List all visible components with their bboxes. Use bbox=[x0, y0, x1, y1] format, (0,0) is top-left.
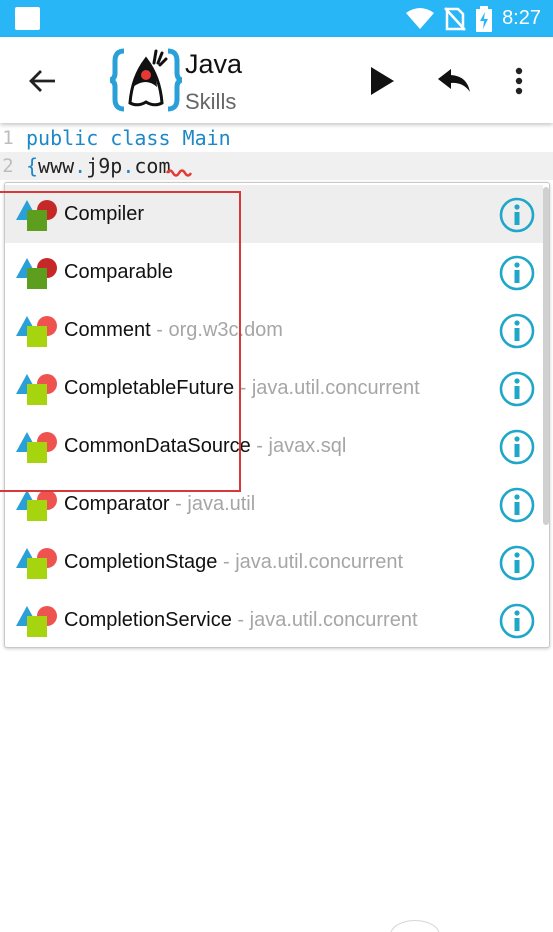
info-icon[interactable] bbox=[499, 603, 535, 639]
suggestion-package: - java.util.concurrent bbox=[231, 609, 418, 631]
interface-icon bbox=[16, 316, 57, 347]
suggestion-label: Comment - org.w3c.dom bbox=[64, 301, 283, 359]
info-icon[interactable] bbox=[499, 313, 535, 349]
error-squiggle-icon bbox=[166, 169, 192, 177]
app-bar: Java Skills bbox=[0, 37, 553, 123]
undo-button[interactable] bbox=[432, 59, 476, 103]
code-token: { bbox=[26, 154, 39, 178]
suggestion-item[interactable]: CommonDataSource - javax.sql bbox=[5, 417, 543, 475]
code-token: j9p bbox=[86, 154, 123, 178]
suggestion-package: - javax.sql bbox=[250, 435, 347, 457]
interface-icon bbox=[16, 606, 57, 637]
line-number: 2 bbox=[2, 155, 14, 177]
app-subtitle: Skills bbox=[185, 89, 237, 114]
code-token: . bbox=[122, 154, 135, 178]
suggestion-label: CommonDataSource - javax.sql bbox=[64, 417, 346, 475]
undo-icon bbox=[438, 69, 470, 92]
suggestion-item[interactable]: Compiler bbox=[5, 185, 543, 243]
class-icon bbox=[16, 258, 57, 289]
line-number: 1 bbox=[2, 127, 14, 149]
code-text: {www.j9p.com bbox=[26, 152, 171, 180]
info-icon[interactable] bbox=[499, 545, 535, 581]
code-text: public class Main bbox=[26, 124, 231, 152]
notification-icon bbox=[15, 7, 40, 30]
class-icon bbox=[16, 200, 57, 231]
suggestion-item[interactable]: Comparator - java.util bbox=[5, 475, 543, 533]
clock: 8:27 bbox=[502, 7, 541, 29]
info-icon[interactable] bbox=[499, 429, 535, 465]
suggestion-item[interactable]: CompletableFuture - java.util.concurrent bbox=[5, 359, 543, 417]
suggestion-item[interactable]: CompletionStage - java.util.concurrent bbox=[5, 533, 543, 591]
back-arrow-icon bbox=[29, 70, 55, 92]
suggestion-name: CommonDataSource bbox=[64, 435, 251, 457]
suggestion-package: - java.util.concurrent bbox=[217, 551, 404, 573]
code-line-2[interactable]: 2 {www.j9p.com bbox=[0, 152, 553, 180]
suggestion-item[interactable]: CompletionService - java.util.concurrent bbox=[5, 591, 543, 647]
more-options-button[interactable] bbox=[502, 59, 536, 103]
no-sim-icon bbox=[444, 6, 466, 31]
interface-icon bbox=[16, 374, 57, 405]
info-icon[interactable] bbox=[499, 255, 535, 291]
code-token: . bbox=[74, 154, 87, 178]
status-bar: 8:27 bbox=[0, 0, 553, 37]
suggestion-name: Comparator bbox=[64, 493, 170, 515]
code-line-1[interactable]: 1 public class Main bbox=[0, 124, 553, 152]
interface-icon bbox=[16, 490, 57, 521]
suggestion-label: Comparator - java.util bbox=[64, 475, 255, 533]
autocomplete-popup: Compiler Comparable Comment - org.w3c.dom C… bbox=[4, 182, 550, 648]
interface-icon bbox=[16, 548, 57, 579]
suggestion-name: Comparable bbox=[64, 261, 173, 283]
back-button[interactable] bbox=[22, 61, 62, 101]
java-duke-logo-icon bbox=[110, 48, 182, 112]
info-icon[interactable] bbox=[499, 487, 535, 523]
suggestion-label: Compiler bbox=[64, 185, 144, 243]
interface-icon bbox=[16, 432, 57, 463]
suggestion-name: CompletionService bbox=[64, 609, 232, 631]
play-icon bbox=[371, 67, 394, 95]
wifi-icon bbox=[406, 7, 435, 29]
suggestion-package: - java.util.concurrent bbox=[234, 377, 420, 399]
battery-charging-icon bbox=[476, 5, 493, 32]
code-token: public class Main bbox=[26, 126, 231, 150]
suggestion-name: CompletionStage bbox=[64, 551, 218, 573]
system-icons: 8:27 bbox=[406, 0, 541, 37]
suggestion-item[interactable]: Comparable bbox=[5, 243, 543, 301]
info-icon[interactable] bbox=[499, 371, 535, 407]
suggestion-label: CompletionStage - java.util.concurrent bbox=[64, 533, 403, 591]
suggestion-label: Comparable bbox=[64, 243, 173, 301]
suggestion-name: Compiler bbox=[64, 203, 145, 225]
more-vert-icon bbox=[515, 67, 523, 95]
suggestion-item[interactable]: Comment - org.w3c.dom bbox=[5, 301, 543, 359]
scrollbar[interactable] bbox=[543, 187, 549, 525]
suggestion-package: - java.util bbox=[169, 493, 256, 515]
suggestion-name: CompletableFuture bbox=[64, 377, 235, 399]
suggestion-label: CompletableFuture - java.util.concurrent bbox=[64, 359, 420, 417]
suggestion-name: Comment bbox=[64, 319, 151, 341]
suggestion-label: CompletionService - java.util.concurrent bbox=[64, 591, 418, 647]
code-token: www bbox=[38, 154, 75, 178]
suggestion-package: - org.w3c.dom bbox=[150, 319, 283, 341]
info-icon[interactable] bbox=[499, 197, 535, 233]
run-button[interactable] bbox=[362, 59, 402, 103]
app-title: Java bbox=[185, 49, 243, 79]
